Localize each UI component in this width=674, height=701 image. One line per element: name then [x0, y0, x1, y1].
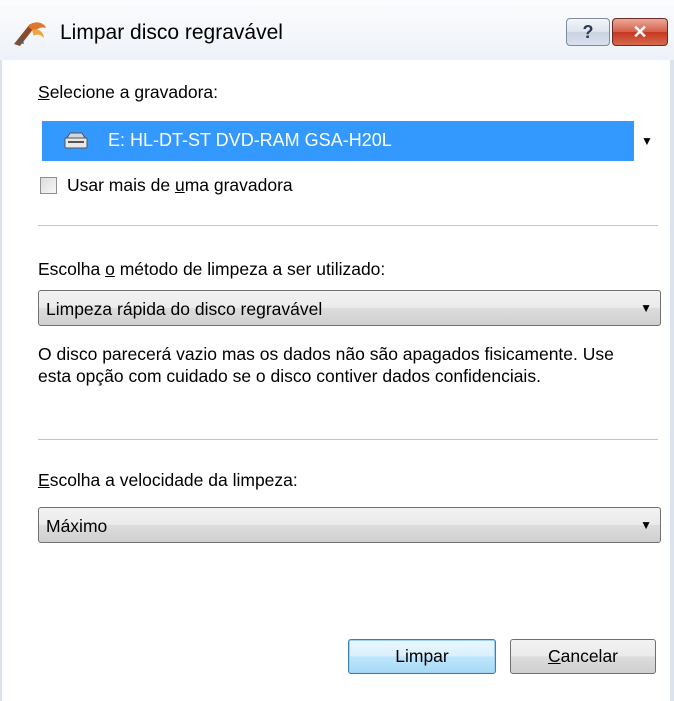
method-description: O disco parecerá vazio mas os dados não …: [38, 344, 614, 386]
help-icon: ?: [582, 22, 594, 42]
divider: [38, 439, 658, 441]
burner-select[interactable]: E: HL-DT-ST DVD-RAM GSA-H20L ▼: [38, 117, 664, 165]
window-border-left: [0, 60, 2, 701]
chevron-down-icon: ▼: [640, 518, 652, 532]
close-icon: ✕: [632, 22, 648, 42]
chevron-down-icon: ▼: [640, 301, 652, 315]
cancel-button[interactable]: Cancelar: [510, 639, 656, 674]
divider: [38, 225, 658, 227]
window-border-right: [670, 60, 674, 701]
dialog-body: Selecione a gravadora: E: HL-DT-ST DVD-R…: [0, 60, 674, 701]
select-burner-label: Selecione a gravadora:: [38, 82, 218, 102]
method-label: Escolha o método de limpeza a ser utiliz…: [38, 259, 386, 279]
method-select[interactable]: Limpeza rápida do disco regravável ▼: [38, 290, 661, 326]
speed-label: Escolha a velocidade da limpeza:: [38, 470, 298, 490]
burner-selected-text: E: HL-DT-ST DVD-RAM GSA-H20L: [108, 130, 392, 150]
erase-button[interactable]: Limpar: [348, 639, 496, 674]
window-title: Limpar disco regravável: [60, 21, 283, 44]
drive-icon: [64, 132, 88, 149]
multiple-burners-checkbox[interactable]: [40, 177, 57, 194]
burner-selected-item: E: HL-DT-ST DVD-RAM GSA-H20L: [42, 121, 634, 161]
speed-select[interactable]: Máximo ▼: [38, 507, 661, 543]
close-button[interactable]: ✕: [612, 18, 668, 46]
method-selected-text: Limpeza rápida do disco regravável: [46, 299, 323, 319]
speed-selected-text: Máximo: [46, 516, 108, 536]
help-button[interactable]: ?: [566, 18, 610, 46]
title-bar: Limpar disco regravável ? ✕: [0, 0, 674, 61]
nero-flame-icon: [14, 22, 46, 46]
multiple-burners-label[interactable]: Usar mais de uma gravadora: [67, 175, 293, 196]
chevron-down-icon[interactable]: ▼: [638, 117, 656, 165]
